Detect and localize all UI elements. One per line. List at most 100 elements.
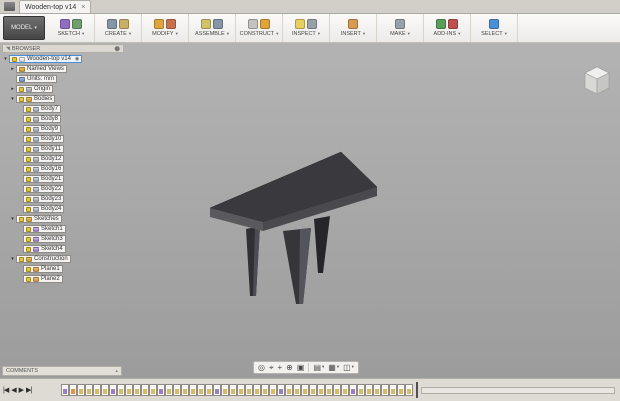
workspace-switcher-model[interactable]: MODEL ▾ [3, 16, 45, 40]
skip-to-start-button[interactable]: |◀ [3, 387, 9, 394]
model-leg-back[interactable] [314, 216, 330, 273]
visibility-bulb-icon[interactable] [26, 186, 31, 192]
visibility-bulb-icon[interactable] [26, 116, 31, 122]
comments-bar[interactable]: COMMENTS ▴ [2, 366, 122, 376]
timeline-feature-plane-icon[interactable] [69, 384, 77, 396]
visibility-bulb-icon[interactable] [26, 226, 31, 232]
activate-radio-icon[interactable]: ◉ [75, 56, 79, 62]
visibility-bulb-icon[interactable] [19, 96, 24, 102]
menu-sketch[interactable]: SKETCH ▾ [48, 14, 95, 42]
timeline-feature-loft-icon[interactable] [293, 384, 301, 396]
tree-node-origin[interactable]: Origin [16, 85, 54, 93]
timeline-feature-loft-icon[interactable] [301, 384, 309, 396]
timeline-feature-loft-icon[interactable] [181, 384, 189, 396]
timeline-feature-loft-icon[interactable] [325, 384, 333, 396]
timeline-feature-loft-icon[interactable] [397, 384, 405, 396]
twisty-icon[interactable]: ▾ [2, 55, 9, 63]
visibility-bulb-icon[interactable] [26, 266, 31, 272]
timeline-empty-track[interactable] [421, 386, 615, 394]
visibility-bulb-icon[interactable] [26, 106, 31, 112]
menu-add-ins[interactable]: ADD-INS ▾ [424, 14, 471, 42]
fit-button[interactable]: ▣ [297, 363, 305, 372]
tree-node-sketches[interactable]: Sketches [16, 215, 62, 223]
timeline-feature-loft-icon[interactable] [405, 384, 413, 396]
tree-node-body22[interactable]: Body22 [23, 185, 65, 193]
menu-modify[interactable]: MODIFY ▾ [142, 14, 189, 42]
tree-node-units-mm[interactable]: Units: mm [16, 75, 57, 83]
timeline-feature-loft-icon[interactable] [285, 384, 293, 396]
tree-node-construction[interactable]: Construction [16, 255, 71, 263]
tree-node-body16[interactable]: Body16 [23, 165, 65, 173]
zoom-button[interactable]: ⊕ [286, 363, 293, 372]
menu-create[interactable]: CREATE ▾ [95, 14, 142, 42]
tree-node-sketch3[interactable]: Sketch3 [23, 235, 66, 243]
display-settings-button[interactable]: ▤ ▾ [313, 363, 324, 372]
menu-assemble[interactable]: ASSEMBLE ▾ [189, 14, 236, 42]
tree-node-plane1[interactable]: Plane1 [23, 265, 63, 273]
visibility-bulb-icon[interactable] [26, 176, 31, 182]
timeline-feature-loft-icon[interactable] [221, 384, 229, 396]
browser-options-icon[interactable]: ⬤ [114, 46, 120, 52]
tree-node-body9[interactable]: Body9 [23, 125, 62, 133]
timeline-position-marker[interactable] [416, 382, 418, 398]
timeline-feature-loft-icon[interactable] [389, 384, 397, 396]
tree-node-body7[interactable]: Body7 [23, 105, 62, 113]
timeline-feature-sketch-icon[interactable] [277, 384, 285, 396]
visibility-bulb-icon[interactable] [26, 196, 31, 202]
visibility-bulb-icon[interactable] [26, 156, 31, 162]
timeline-feature-sketch-icon[interactable] [109, 384, 117, 396]
timeline-feature-loft-icon[interactable] [125, 384, 133, 396]
twisty-icon[interactable]: ▾ [9, 255, 16, 263]
app-icon[interactable] [4, 2, 15, 11]
document-tab[interactable]: Wooden-top v14 × [19, 0, 92, 13]
orbit-button[interactable]: ◎ [258, 363, 265, 372]
visibility-bulb-icon[interactable] [12, 56, 17, 62]
timeline-feature-sketch-icon[interactable] [61, 384, 69, 396]
menu-insert[interactable]: INSERT ▾ [330, 14, 377, 42]
timeline-feature-loft-icon[interactable] [365, 384, 373, 396]
timeline-feature-loft-icon[interactable] [197, 384, 205, 396]
timeline-feature-loft-icon[interactable] [341, 384, 349, 396]
timeline-feature-loft-icon[interactable] [85, 384, 93, 396]
menu-make[interactable]: MAKE ▾ [377, 14, 424, 42]
visibility-bulb-icon[interactable] [26, 236, 31, 242]
timeline-feature-loft-icon[interactable] [149, 384, 157, 396]
timeline-feature-loft-icon[interactable] [229, 384, 237, 396]
timeline-feature-sketch-icon[interactable] [349, 384, 357, 396]
tree-node-body8[interactable]: Body8 [23, 115, 62, 123]
skip-to-end-button[interactable]: ▶| [26, 387, 32, 394]
visibility-bulb-icon[interactable] [26, 126, 31, 132]
timeline-feature-loft-icon[interactable] [141, 384, 149, 396]
tree-node-sketch1[interactable]: Sketch1 [23, 225, 66, 233]
tree-node-sketch4[interactable]: Sketch4 [23, 245, 66, 253]
timeline-feature-loft-icon[interactable] [253, 384, 261, 396]
step-back-button[interactable]: ◀ [11, 387, 16, 394]
twisty-icon[interactable]: ▾ [9, 215, 16, 223]
pan-button[interactable]: + [278, 363, 283, 372]
grid-and-snaps-button[interactable]: ▦ ▾ [328, 363, 339, 372]
menu-inspect[interactable]: INSPECT ▾ [283, 14, 330, 42]
visibility-bulb-icon[interactable] [26, 146, 31, 152]
visibility-bulb-icon[interactable] [26, 246, 31, 252]
look-at-button[interactable]: ⌖ [269, 363, 274, 372]
timeline-feature-loft-icon[interactable] [165, 384, 173, 396]
timeline-feature-loft-icon[interactable] [117, 384, 125, 396]
tree-node-body12[interactable]: Body12 [23, 155, 65, 163]
timeline-feature-loft-icon[interactable] [261, 384, 269, 396]
timeline-feature-loft-icon[interactable] [333, 384, 341, 396]
visibility-bulb-icon[interactable] [19, 86, 24, 92]
tree-node-wooden-top-v14[interactable]: Wooden-top v14 ◉ [9, 55, 83, 63]
twisty-icon[interactable]: ▾ [9, 95, 16, 103]
timeline-feature-loft-icon[interactable] [317, 384, 325, 396]
tree-node-body24[interactable]: Body24 [23, 205, 65, 213]
timeline-feature-loft-icon[interactable] [381, 384, 389, 396]
model-top-face[interactable] [209, 151, 378, 223]
view-cube[interactable] [579, 63, 615, 99]
timeline-feature-loft-icon[interactable] [133, 384, 141, 396]
browser-header[interactable]: ◥ BROWSER ⬤ [2, 44, 124, 53]
timeline-feature-loft-icon[interactable] [93, 384, 101, 396]
tree-node-body21[interactable]: Body21 [23, 175, 65, 183]
visibility-bulb-icon[interactable] [19, 256, 24, 262]
twisty-icon[interactable]: ▸ [9, 65, 16, 73]
tree-node-body11[interactable]: Body11 [23, 145, 64, 153]
